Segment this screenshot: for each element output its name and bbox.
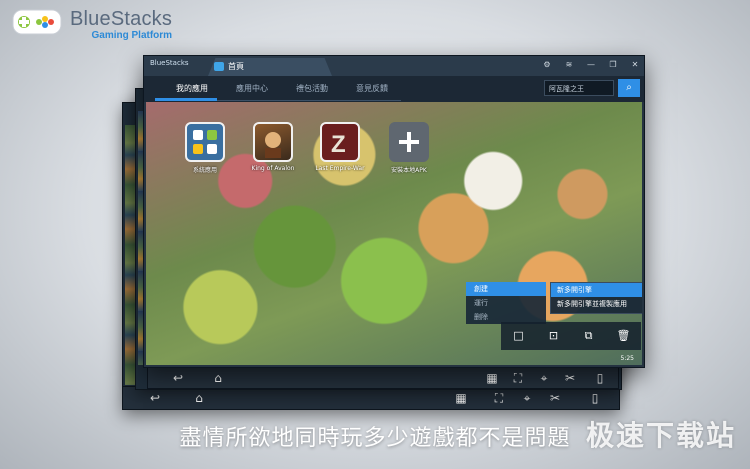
search-input[interactable]: 阿瓦隆之王 [544, 80, 614, 96]
title-bar: BlueStacks 首頁 ⚙ ≋ — ❐ ✕ [144, 56, 644, 76]
back-icon[interactable]: ↩ [170, 370, 186, 386]
location-icon[interactable]: ⌖ [519, 390, 535, 406]
context-menu: 創建 運行 删除 [466, 282, 546, 324]
lock-icon[interactable]: ⊡ [547, 329, 561, 343]
back-icon[interactable]: ↩ [147, 390, 163, 406]
wifi-icon[interactable]: ≋ [564, 59, 574, 71]
brand-subtitle: Gaming Platform [91, 30, 173, 41]
brand-name: BlueStacks [70, 8, 173, 30]
home-tab-icon [214, 62, 224, 71]
app-system[interactable]: 系統應用 [178, 122, 232, 174]
tab-gift-events[interactable]: 禮包活動 [296, 83, 328, 94]
window-icon[interactable]: □ [512, 329, 526, 343]
search-icon[interactable]: ⌕ [618, 79, 640, 97]
submenu: 新多開引擎 新多開引擎並複製應用 [550, 282, 642, 314]
trash-icon[interactable]: 🗑 [617, 329, 631, 343]
home-content: 系統應用 King of Avalon Z Last Empire-War 安裝… [146, 102, 642, 365]
clone-icon[interactable]: ⧉ [582, 329, 596, 343]
watermark: 极速下载站 [585, 419, 736, 452]
app-label: 系統應用 [192, 167, 217, 174]
home-icon[interactable]: ⌂ [210, 370, 226, 386]
fullscreen-icon[interactable]: ⛶ [491, 390, 507, 406]
phone-icon[interactable]: ▯ [592, 370, 608, 386]
keyboard-icon[interactable]: ▦ [484, 370, 500, 386]
window-logo: BlueStacks [150, 59, 189, 67]
plus-icon [389, 122, 429, 162]
location-icon[interactable]: ⌖ [536, 370, 552, 386]
keyboard-icon[interactable]: ▦ [453, 390, 469, 406]
bluestacks-logo-icon [12, 8, 62, 36]
clock: 5:25 [620, 355, 634, 362]
scissors-icon[interactable]: ✂ [562, 370, 578, 386]
fullscreen-icon[interactable]: ⛶ [510, 370, 526, 386]
brand: BlueStacks Gaming Platform [12, 8, 172, 41]
minimize-icon[interactable]: — [586, 59, 596, 71]
tab-my-apps[interactable]: 我的應用 [176, 83, 208, 94]
main-bottom-bar: ↩ ⌂ ▦ ⛶ ⌖ ✂ ▯ [147, 367, 619, 389]
app-label: Last Empire-War [315, 165, 365, 172]
maximize-icon[interactable]: ❐ [608, 59, 618, 71]
app-label: King of Avalon [251, 165, 295, 172]
submenu-item-clone-instance[interactable]: 新多開引擎並複製應用 [551, 297, 642, 311]
settings-icon[interactable]: ⚙ [542, 59, 552, 71]
nav-divider [217, 100, 401, 101]
nav-bar: 我的應用 應用中心 禮包活動 意見反饋 阿瓦隆之王 ⌕ [144, 76, 644, 102]
menu-item-create[interactable]: 創建 [466, 282, 546, 296]
submenu-item-new-instance[interactable]: 新多開引擎 [551, 283, 642, 297]
active-tab-indicator [155, 98, 217, 101]
tab-feedback[interactable]: 意見反饋 [356, 83, 388, 94]
home-icon[interactable]: ⌂ [191, 390, 207, 406]
phone-icon[interactable]: ▯ [587, 390, 603, 406]
app-install-apk[interactable]: 安裝本地APK [382, 122, 436, 174]
app-king-of-avalon[interactable]: King of Avalon [246, 122, 300, 172]
instance-toolbar: □ ⊡ ⧉ 🗑 [501, 322, 641, 350]
app-last-empire-war[interactable]: Z Last Empire-War [313, 122, 367, 172]
tab-app-center[interactable]: 應用中心 [236, 83, 268, 94]
scissors-icon[interactable]: ✂ [547, 390, 563, 406]
tab-home[interactable]: 首頁 [208, 58, 332, 76]
svg-text:Z: Z [331, 131, 346, 158]
settings-grid-icon [185, 122, 225, 162]
main-window: BlueStacks 首頁 ⚙ ≋ — ❐ ✕ 我的應用 應用中心 禮包活動 意… [143, 55, 645, 368]
close-icon[interactable]: ✕ [630, 59, 640, 71]
last-empire-war-icon: Z [320, 122, 360, 162]
menu-item-run[interactable]: 運行 [466, 296, 546, 310]
tab-home-label: 首頁 [228, 62, 244, 71]
king-of-avalon-icon [253, 122, 293, 162]
app-label: 安裝本地APK [391, 167, 427, 174]
